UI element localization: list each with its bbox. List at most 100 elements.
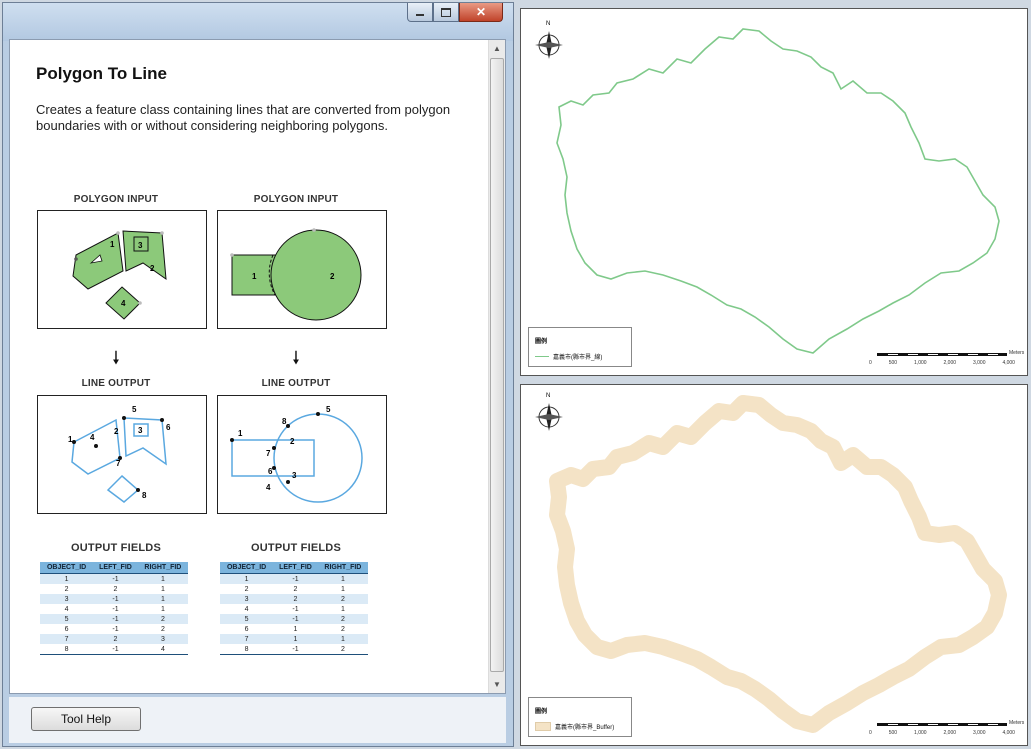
table-cell: -1 [273, 644, 318, 655]
scale-bar-graphic [877, 723, 1007, 726]
right-polygon-input-graphic: 1 2 [230, 228, 362, 321]
legend-fill-swatch [535, 722, 551, 731]
table-row: 5 -1 2 [40, 614, 188, 624]
table-cell: 2 [160, 625, 165, 633]
table-cell: 1 [293, 625, 298, 633]
maximize-button[interactable] [433, 3, 459, 22]
table-cell: 2 [273, 594, 318, 604]
scale-ticks: 0 500 1,000 2,000 3,000 4,000 [869, 360, 1015, 366]
table-cell: 2 [293, 585, 298, 593]
scale-tick: 0 [869, 360, 872, 366]
legend-title: 圖例 [535, 709, 548, 715]
help-content: Polygon To Line Creates a feature class … [9, 39, 506, 694]
left-polygon-input-graphic: 1 2 3 4 [72, 230, 167, 320]
left-polygon-input-diagram: 1 2 3 4 [37, 210, 207, 329]
map-top-line: N 圖例 嘉義市(縣市界_線) Meters 0 500 1,000 2,000… [520, 8, 1028, 376]
scroll-up-icon[interactable]: ▲ [489, 40, 505, 57]
table-cell: 1 [220, 573, 274, 584]
down-arrow-icon: 🠗 [292, 348, 300, 368]
table-cell: 1 [160, 585, 165, 593]
legend-item: 嘉義市(縣市界_線) [535, 352, 602, 361]
scrollbar-thumb[interactable] [490, 58, 504, 672]
tool-title: Polygon To Line [36, 64, 167, 83]
table-cell: 3 [220, 594, 274, 604]
table-cell: 2 [93, 634, 138, 644]
scale-tick: 3,000 [972, 730, 986, 736]
table-cell: 2 [340, 625, 345, 633]
scale-tick: 500 [888, 360, 898, 366]
table-cell: -1 [93, 594, 138, 604]
maximize-icon [441, 7, 451, 17]
line-id-label: 1 [68, 435, 73, 444]
left-output-fields-table: OBJECT_ID LEFT_FID RIGHT_FID 1 -1 1 2 2 1 3 -1 1… [40, 562, 188, 655]
table-cell: 4 [64, 605, 69, 613]
scale-tick: 1,000 [914, 730, 927, 736]
table-cell: 1 [137, 573, 188, 584]
table-row: 6 1 2 [220, 624, 368, 634]
scale-tick: 2,000 [943, 730, 957, 736]
map-bottom-graphic: N [535, 393, 1007, 733]
north-arrow-icon: N [535, 393, 563, 431]
table-cell: 2 [64, 585, 69, 593]
table-cell: 8 [220, 644, 274, 655]
line-id-label: 4 [90, 433, 95, 442]
close-button[interactable]: ✕ [459, 3, 503, 22]
table-cell: 1 [340, 585, 345, 593]
minimize-button[interactable] [407, 3, 433, 22]
table-cell: 6 [64, 625, 69, 633]
table-cell: 7 [220, 634, 274, 644]
map-legend: 圖例 嘉義市(縣市界_線) [528, 327, 632, 367]
line-id-label: 6 [268, 467, 273, 476]
scale-bar: Meters 0 500 1,000 2,000 3,000 4,000 [869, 349, 1025, 371]
map-top-graphic: N [535, 21, 1000, 354]
table-row: 711 [220, 634, 368, 644]
right-line-output-diagram: 1 2 3 4 5 6 7 8 [217, 395, 387, 514]
table-cell: 2 [317, 614, 368, 624]
window-titlebar[interactable]: ✕ [3, 3, 513, 41]
north-label: N [546, 21, 550, 27]
table-header: LEFT_FID [273, 562, 318, 574]
table-row: 723 [40, 634, 188, 644]
table-cell: 1 [40, 573, 94, 584]
table-cell: -1 [93, 614, 138, 624]
close-icon: ✕ [475, 5, 487, 19]
map-legend: 圖例 嘉義市(縣市界_Buffer) [528, 697, 632, 737]
scroll-down-icon[interactable]: ▼ [489, 676, 505, 693]
down-arrow-icon: 🠗 [112, 348, 120, 368]
table-cell: -1 [112, 625, 119, 633]
table-cell: 3 [40, 594, 94, 604]
right-polygon-input-diagram: 1 2 [217, 210, 387, 329]
table-cell: 4 [137, 644, 188, 655]
north-arrow-icon: N [535, 21, 563, 59]
scale-tick: 0 [869, 730, 872, 736]
line-id-label: 8 [282, 417, 287, 426]
right-input-label: POLYGON INPUT [253, 194, 339, 205]
scale-unit: Meters [1009, 350, 1025, 356]
vertical-scrollbar[interactable]: ▲ ▼ [488, 40, 505, 693]
table-cell: 1 [317, 634, 368, 644]
table-cell: 2 [137, 614, 188, 624]
tool-help-button[interactable]: Tool Help [31, 707, 141, 731]
legend-line-swatch [535, 355, 549, 358]
minimize-icon [416, 14, 424, 16]
line-id-label: 5 [132, 405, 137, 414]
left-line-output-diagram: 1 2 3 4 5 6 7 8 [37, 395, 207, 514]
table-cell: 3 [137, 634, 188, 644]
scale-tick: 4,000 [1002, 360, 1015, 366]
table-cell: 1 [160, 605, 165, 613]
polygon-id-label: 2 [150, 264, 155, 273]
scale-tick: 1,000 [914, 360, 927, 366]
scale-tick: 4,000 [1002, 730, 1015, 736]
table-cell: 1 [317, 573, 368, 584]
table-cell: 1 [273, 634, 318, 644]
legend-item-label: 嘉義市(縣市界_線) [553, 355, 603, 361]
window-footer: Tool Help [9, 697, 506, 743]
right-line-output-graphic: 1 2 3 4 5 6 7 8 [230, 405, 363, 503]
scale-tick: 500 [888, 730, 898, 736]
legend-item: 嘉義市(縣市界_Buffer) [535, 722, 614, 731]
line-id-label: 2 [114, 427, 119, 436]
city-boundary-line [556, 28, 1000, 354]
line-id-label: 8 [142, 491, 147, 500]
table-header: OBJECT_ID [220, 562, 274, 574]
map-bottom-buffer: N 圖例 嘉義市(縣市界_Buffer) Meters 0 500 1,000 … [520, 384, 1028, 746]
